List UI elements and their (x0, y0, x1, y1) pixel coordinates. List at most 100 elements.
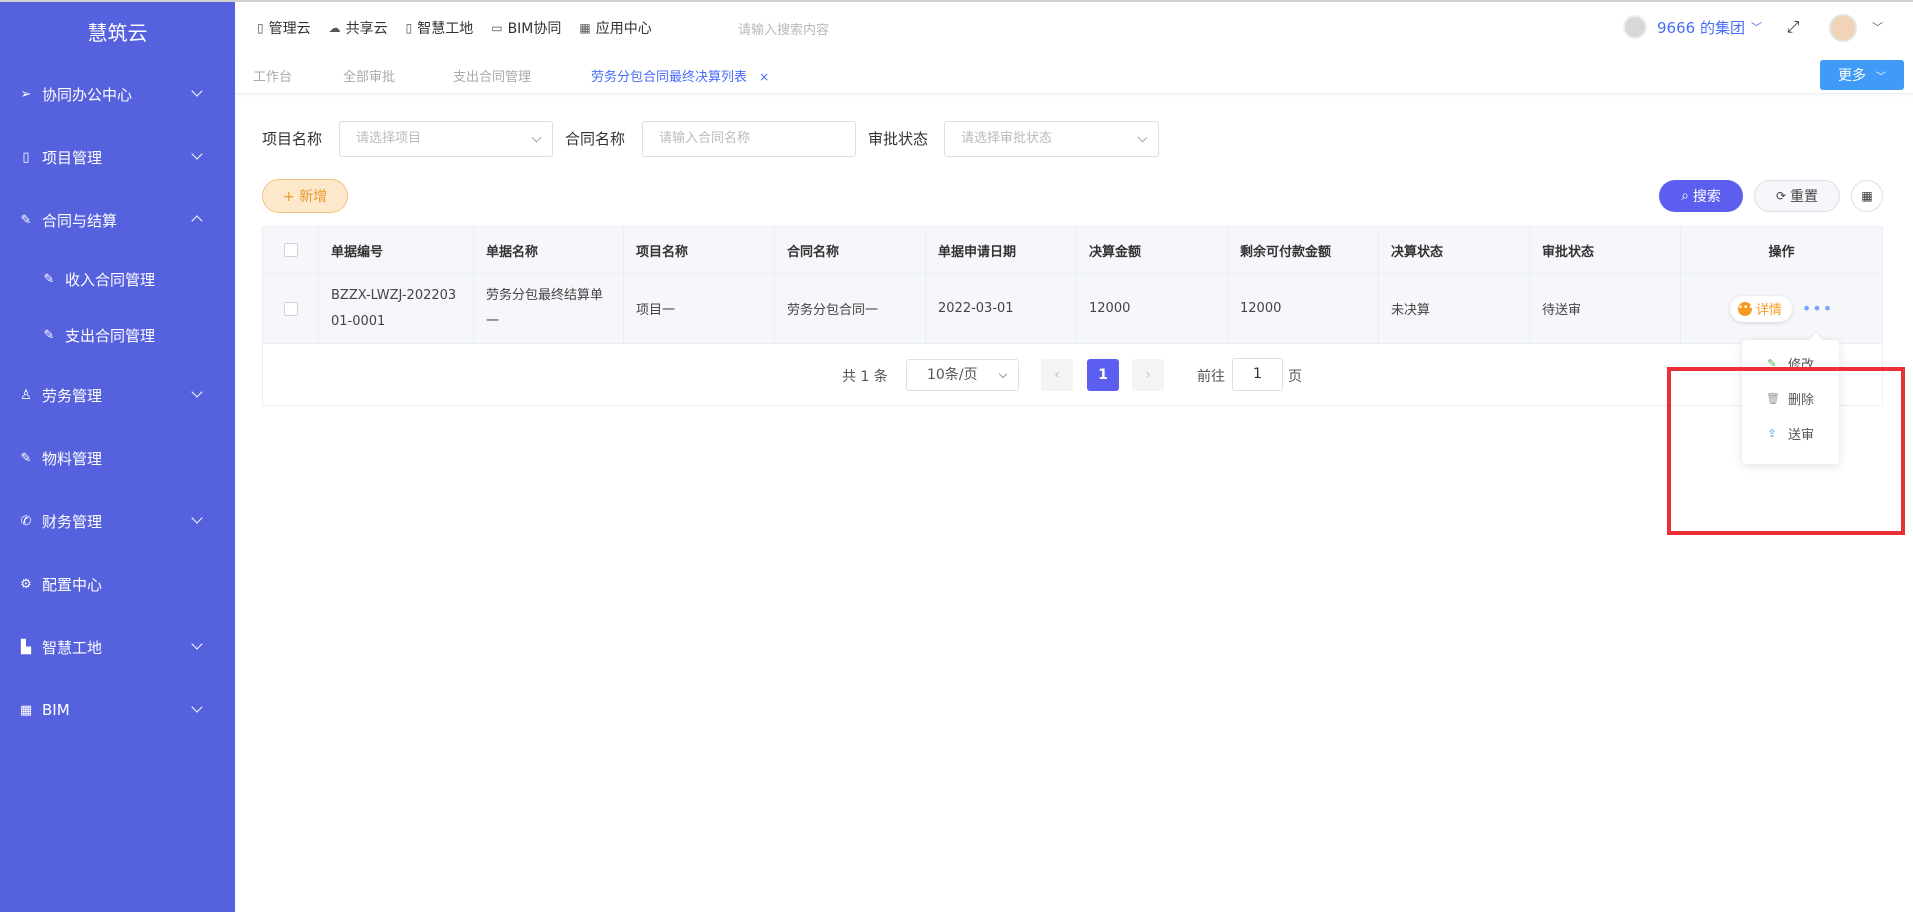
nav-label: 智慧工地 (417, 21, 474, 37)
table-row: BZZX-LWZJ-202203 01-0001 劳务分包最终结算单 一 项目一… (263, 274, 1882, 344)
sidebar-item-project[interactable]: ▯ 项目管理 (0, 133, 235, 181)
sidebar-item-finance[interactable]: ✆ 财务管理 (0, 497, 235, 545)
sidebar-item-smart-site[interactable]: ▙ 智慧工地 (0, 623, 235, 671)
column-header: 合同名称 (775, 227, 926, 273)
cell-code-text: BZZX-LWZJ-202203 01-0001 (331, 283, 456, 335)
next-page-button[interactable]: › (1132, 359, 1164, 391)
contract-name-input[interactable]: 请输入合同名称 (642, 121, 856, 157)
sidebar-item-label: BIM (42, 701, 70, 719)
sidebar-item-labor[interactable]: ♙ 劳务管理 (0, 371, 235, 419)
tab-workbench[interactable]: 工作台 (253, 66, 292, 85)
sidebar-item-material[interactable]: ✎ 物料管理 (0, 434, 235, 482)
sidebar-item-label: 合同与结算 (42, 211, 118, 230)
edit-icon: ✎ (20, 212, 32, 228)
chevron-down-icon (1137, 132, 1148, 143)
goto-page-input[interactable]: 1 (1232, 358, 1283, 391)
approval-status-label: 审批状态 (868, 130, 929, 148)
prev-page-button[interactable]: ‹ (1041, 359, 1073, 391)
nav-management-cloud[interactable]: ▯ 管理云 (257, 18, 311, 38)
sidebar-item-expense-contract[interactable]: ✎ 支出合同管理 (0, 311, 235, 359)
sidebar-item-label: 智慧工地 (42, 638, 103, 657)
sidebar-item-income-contract[interactable]: ✎ 收入合同管理 (0, 255, 235, 303)
chevron-right-icon: › (1145, 367, 1151, 383)
nav-label: 管理云 (268, 21, 311, 37)
cell-text: 劳务分包最终结算单 (486, 287, 604, 303)
highlight-annotation-box (1667, 367, 1905, 535)
avatar[interactable] (1829, 14, 1857, 42)
edit-icon: ✎ (20, 450, 32, 466)
cell-text: BZZX-LWZJ-202203 (331, 287, 457, 303)
more-dots-icon: ••• (1737, 301, 1754, 316)
cell-text: 01-0001 (331, 313, 386, 329)
project-select[interactable]: 请选择项目 (339, 121, 553, 157)
tab-all-approvals[interactable]: 全部审批 (343, 66, 395, 85)
chevron-down-icon (191, 85, 203, 97)
grid-icon: ▦ (1861, 189, 1873, 203)
nav-app-center[interactable]: ▦ 应用中心 (579, 18, 651, 38)
column-header: 操作 (1768, 244, 1795, 260)
approval-status-select[interactable]: 请选择审批状态 (944, 121, 1159, 157)
book-icon: ▯ (22, 149, 30, 165)
column-settings-button[interactable]: ▦ (1851, 180, 1883, 212)
close-icon[interactable]: × (759, 70, 769, 84)
org-logo-icon (1623, 15, 1647, 39)
sidebar-item-label: 收入合同管理 (65, 270, 156, 289)
tab-label: 劳务分包合同最终决算列表 (591, 70, 748, 85)
column-header: 决算金额 (1077, 227, 1228, 273)
more-label: 更多 (1838, 68, 1866, 84)
org-switcher[interactable]: 9666 的集团 ﹀ (1623, 15, 1762, 39)
chevron-down-icon (191, 701, 203, 713)
chevron-down-icon (191, 386, 203, 398)
cell-date: 2022-03-01 (926, 274, 1077, 343)
cell-contract: 劳务分包合同一 (775, 274, 926, 343)
project-filter-label: 项目名称 (262, 130, 323, 148)
chevron-down-icon[interactable]: ﹀ (1872, 19, 1883, 35)
goto-label: 前往 (1197, 369, 1225, 385)
sidebar-item-contract-settlement[interactable]: ✎ 合同与结算 (0, 196, 235, 244)
org-name: 9666 的集团 (1657, 18, 1745, 37)
sidebar-item-label: 配置中心 (42, 575, 103, 594)
nav-smart-site[interactable]: ▯ 智慧工地 (406, 18, 474, 38)
sidebar-item-collab-office[interactable]: ➢ 协同办公中心 (0, 70, 235, 118)
nav-bim-collab[interactable]: ▭ BIM协同 (491, 18, 561, 38)
reset-button[interactable]: ⟳ 重置 (1754, 180, 1840, 212)
sidebar-item-label: 协同办公中心 (42, 85, 133, 104)
nav-share-cloud[interactable]: ☁ 共享云 (329, 18, 388, 38)
sidebar-item-label: 物料管理 (42, 449, 103, 468)
fullscreen-icon[interactable]: ⤢ (1783, 17, 1803, 37)
cell-name: 劳务分包最终结算单 一 (474, 274, 624, 343)
status-select-placeholder: 请选择审批状态 (961, 131, 1053, 146)
global-search-input[interactable]: 请输入搜索内容 (738, 19, 829, 38)
sidebar-item-config[interactable]: ⚙ 配置中心 (0, 560, 235, 608)
page-size-select[interactable]: 10条/页 (906, 359, 1019, 391)
top-nav: ▯ 管理云 ☁ 共享云 ▯ 智慧工地 ▭ BIM协同 ▦ 应用中心 (257, 2, 670, 54)
more-actions-icon[interactable]: ••• (1802, 299, 1833, 318)
chevron-up-icon (191, 215, 203, 227)
sidebar-item-label: 支出合同管理 (65, 326, 156, 345)
search-button[interactable]: ⌕ 搜索 (1659, 180, 1743, 212)
row-checkbox[interactable] (283, 301, 298, 316)
detail-button[interactable]: ••• 详情 (1729, 295, 1792, 322)
sidebar-item-bim[interactable]: ▦ BIM (0, 686, 235, 734)
page-unit-label: 页 (1288, 369, 1302, 385)
reset-label: 重置 (1790, 189, 1819, 205)
nav-label: 共享云 (345, 21, 388, 37)
tab-labor-final-settlement[interactable]: 劳务分包合同最终决算列表 × (591, 66, 769, 85)
contract-filter-label: 合同名称 (565, 130, 626, 148)
chevron-down-icon (191, 148, 203, 160)
add-button[interactable]: + 新增 (262, 179, 348, 213)
chevron-down-icon (531, 132, 542, 143)
select-all-checkbox[interactable] (283, 243, 298, 257)
more-button[interactable]: 更多 ﹀ (1820, 60, 1904, 90)
edit-icon: ✎ (43, 271, 55, 287)
pagination-total: 共 1 条 (842, 369, 888, 385)
contract-input-placeholder: 请输入合同名称 (659, 131, 751, 146)
nav-label: 应用中心 (595, 21, 652, 37)
search-icon: ⌕ (1681, 188, 1689, 204)
tab-expense-contract[interactable]: 支出合同管理 (453, 66, 531, 85)
column-header: 单据名称 (474, 227, 624, 273)
grid-icon: ▦ (19, 702, 33, 718)
chevron-down-icon (191, 512, 203, 524)
sidebar: 慧筑云 ➢ 协同办公中心 ▯ 项目管理 ✎ 合同与结算 ✎ 收入合同管理 ✎ 支… (0, 2, 235, 912)
page-number-button[interactable]: 1 (1087, 359, 1119, 391)
